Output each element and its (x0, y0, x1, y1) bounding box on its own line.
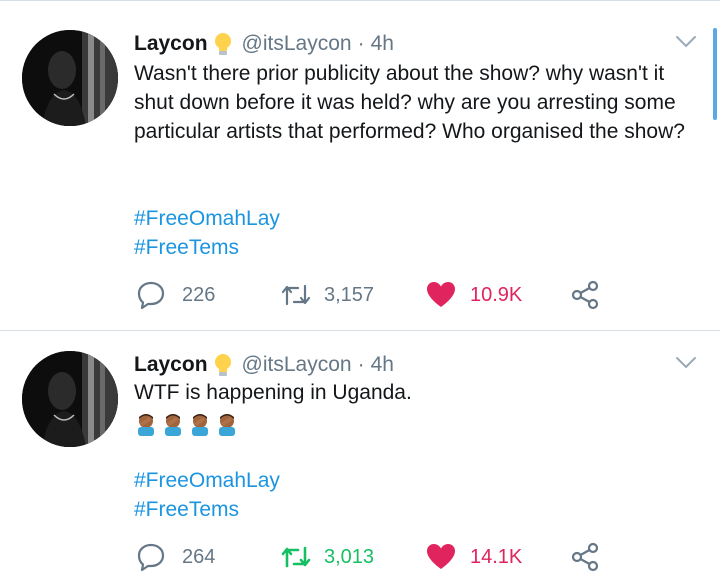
retweet-count: 3,157 (324, 283, 375, 306)
share-button[interactable] (570, 539, 600, 575)
heart-icon (427, 544, 455, 569)
user-handle[interactable]: @itsLaycon (242, 32, 352, 56)
display-name[interactable]: Laycon (134, 32, 208, 56)
person-facepalming-icon (161, 412, 185, 441)
hashtag-link[interactable]: #FreeOmahLay (134, 466, 280, 495)
retweet-count: 3,013 (324, 545, 375, 568)
lightbulb-icon (212, 31, 234, 57)
reply-button[interactable]: 226 (136, 277, 215, 313)
hashtag-link[interactable]: #FreeOmahLay (134, 204, 280, 233)
like-button[interactable]: 10.9K (426, 277, 522, 313)
reply-icon (137, 543, 165, 572)
avatar[interactable] (22, 30, 118, 126)
share-button[interactable] (570, 277, 600, 313)
person-facepalming-icon (188, 412, 212, 441)
hashtag-link[interactable]: #FreeTems (134, 233, 280, 262)
user-handle[interactable]: @itsLaycon (242, 353, 352, 377)
timestamp[interactable]: 4h (371, 353, 394, 377)
hashtag-list: #FreeOmahLay #FreeTems (134, 204, 280, 262)
tweet[interactable]: Laycon @itsLaycon · 4h Wasn't there prio… (0, 0, 720, 330)
tweet-text: WTF is happening in Uganda. (134, 381, 412, 404)
share-icon (571, 280, 599, 310)
emoji-row (134, 412, 239, 441)
tweet-actions: 264 3,013 14.1K (0, 539, 720, 575)
retweet-button[interactable]: 3,157 (280, 277, 374, 313)
separator-dot: · (357, 32, 365, 55)
timestamp[interactable]: 4h (371, 32, 394, 56)
retweet-icon (281, 546, 311, 568)
like-button[interactable]: 14.1K (426, 539, 522, 575)
person-facepalming-icon (215, 412, 239, 441)
retweet-button[interactable]: 3,013 (280, 539, 374, 575)
tweet-header: Laycon @itsLaycon · 4h (134, 30, 394, 58)
reply-count: 226 (182, 283, 216, 306)
reply-icon (137, 281, 165, 310)
person-facepalming-icon (134, 412, 158, 441)
like-count: 14.1K (470, 545, 523, 568)
reply-count: 264 (182, 545, 216, 568)
hashtag-list: #FreeOmahLay #FreeTems (134, 466, 280, 524)
avatar[interactable] (22, 351, 118, 447)
display-name[interactable]: Laycon (134, 353, 208, 377)
tweet-actions: 226 3,157 10.9K (0, 277, 720, 313)
chevron-down-icon[interactable] (674, 355, 698, 371)
hashtag-link[interactable]: #FreeTems (134, 495, 280, 524)
heart-icon (427, 282, 455, 307)
like-count: 10.9K (470, 283, 523, 306)
lightbulb-icon (212, 352, 234, 378)
avatar-photo (22, 30, 118, 126)
avatar-photo (22, 351, 118, 447)
separator-dot: · (357, 353, 365, 376)
reply-button[interactable]: 264 (136, 539, 215, 575)
chevron-down-icon[interactable] (674, 34, 698, 50)
tweet-header: Laycon @itsLaycon · 4h (134, 351, 394, 379)
retweet-icon (281, 284, 311, 306)
tweet-text: Wasn't there prior publicity about the s… (134, 62, 685, 143)
share-icon (571, 542, 599, 572)
